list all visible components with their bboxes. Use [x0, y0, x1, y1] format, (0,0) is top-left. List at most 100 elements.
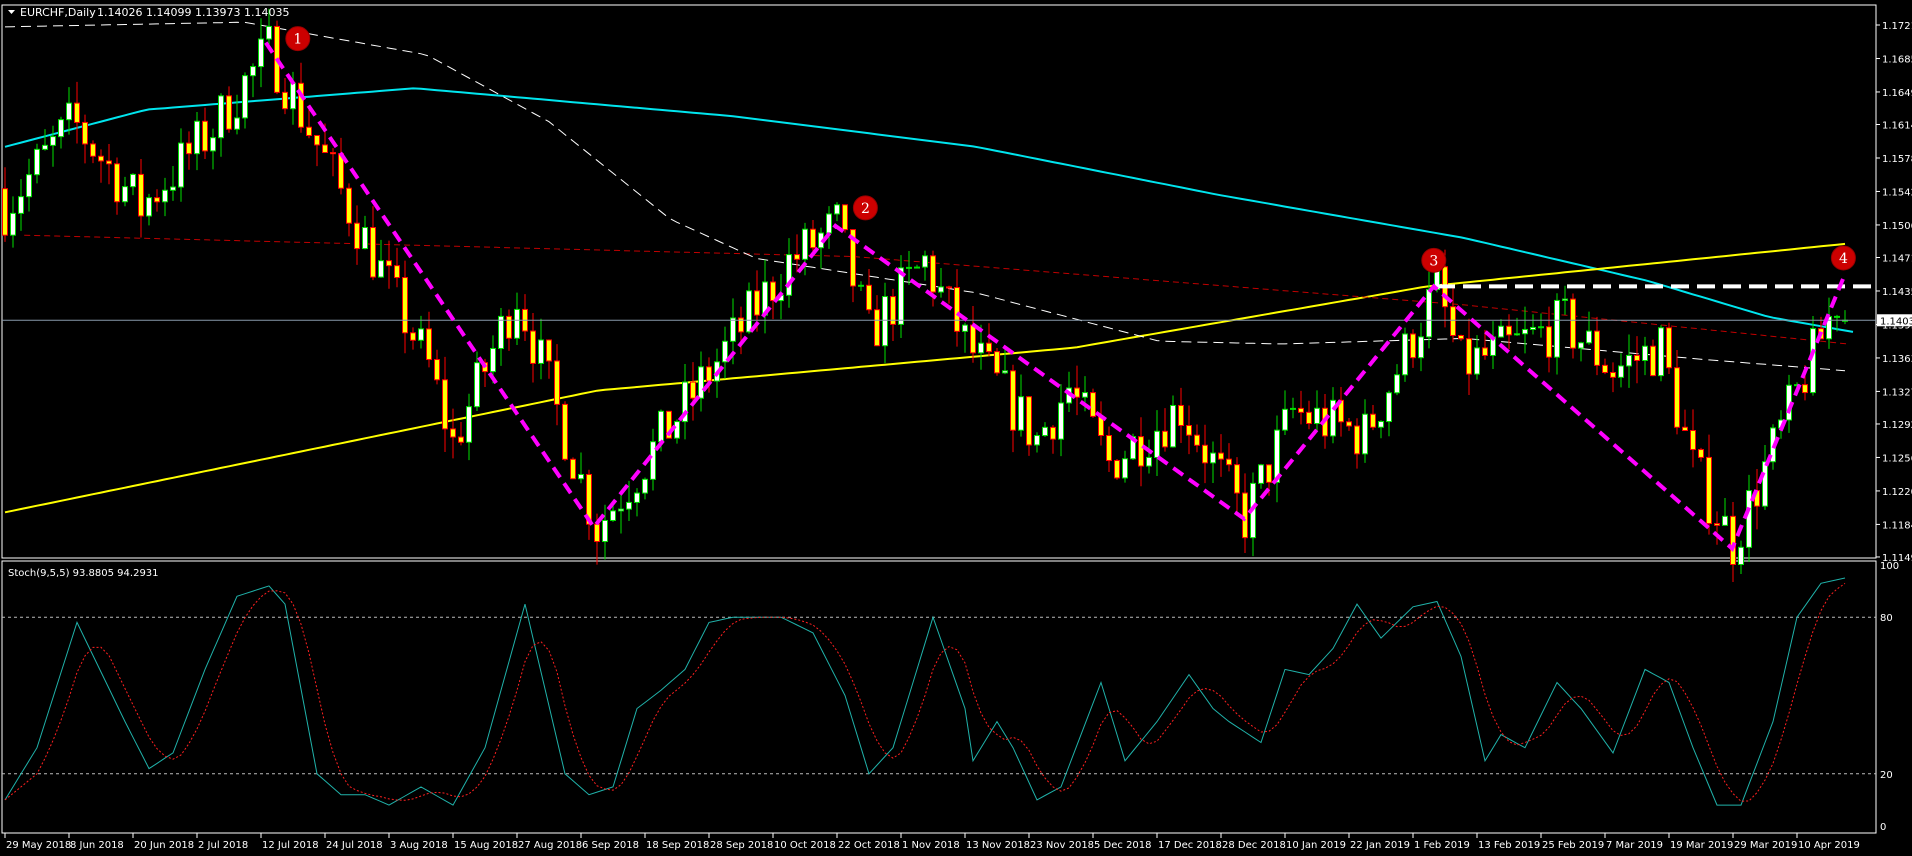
candle-body [842, 204, 848, 231]
candle-body [34, 148, 40, 176]
candle-body [754, 290, 760, 316]
candle-body [130, 173, 136, 188]
candle-body [402, 277, 408, 334]
price-tick-label: 1.15780 [1882, 154, 1912, 165]
candle-body [490, 347, 496, 373]
candle-body [1314, 407, 1320, 425]
candle-body [1242, 492, 1248, 539]
candle-body [1714, 523, 1720, 526]
candle-body [874, 309, 880, 347]
chart-window[interactable]: 1 2 3 4 1.17210 1.16850 1.16490 1.16140 1.15780… [0, 0, 1912, 856]
candle-body [1394, 374, 1400, 394]
candle-body [1802, 384, 1808, 394]
candle-body [930, 255, 936, 293]
candle-body [746, 290, 752, 333]
candle-body [1122, 458, 1128, 479]
candle-body [562, 403, 568, 460]
candle-body [1530, 326, 1536, 330]
candle [1666, 322, 1672, 375]
price-tick-label: 1.14710 [1882, 254, 1912, 265]
date-tick-label: 22 Jan 2019 [1350, 840, 1410, 851]
marker-label: 3 [1429, 253, 1438, 269]
point-marker-3: 3 [1421, 247, 1447, 273]
candle [1658, 325, 1664, 382]
candle-body [546, 339, 552, 362]
date-tick-label: 25 Feb 2019 [1542, 840, 1604, 851]
candle-body [234, 117, 240, 130]
candle-body [314, 134, 320, 146]
candle-body [882, 296, 888, 347]
stoch-level-label: 20 [1880, 770, 1893, 781]
candle-body [26, 174, 32, 198]
candle-body [1154, 430, 1160, 458]
candle-body [378, 260, 384, 278]
candle-body [210, 137, 216, 152]
date-tick-label: 1 Nov 2018 [902, 840, 960, 851]
candle-body [1738, 546, 1744, 566]
candle-body [1114, 460, 1120, 479]
price-tick-label: 1.12200 [1882, 487, 1912, 498]
candle-body [970, 324, 976, 354]
candle-body [194, 120, 200, 155]
price-tick-label: 1.16490 [1882, 88, 1912, 99]
price-tick-label: 1.16850 [1882, 54, 1912, 65]
stoch-label: Stoch(9,5,5) 93.8805 94.2931 [8, 568, 159, 579]
price-tick-label: 1.15060 [1882, 221, 1912, 232]
candle-body [66, 102, 72, 121]
candle-body [458, 436, 464, 443]
price-tick-label: 1.12920 [1882, 420, 1912, 431]
date-tick-label: 18 Sep 2018 [646, 840, 709, 851]
candle-body [474, 362, 480, 408]
chart-background [0, 0, 1912, 856]
candle [1402, 327, 1408, 382]
current-price-box: 1.14035 [1877, 314, 1912, 327]
candle-body [810, 228, 816, 249]
candle-body [906, 266, 912, 269]
candle-body [626, 501, 632, 510]
candle-body [410, 332, 416, 341]
candle-body [1010, 370, 1016, 431]
candle-body [1570, 298, 1576, 349]
date-tick-label: 5 Dec 2018 [1094, 840, 1152, 851]
price-tick-label: 1.14350 [1882, 287, 1912, 298]
date-tick-label: 10 Apr 2019 [1798, 840, 1860, 851]
candle-body [570, 458, 576, 480]
candle-body [514, 308, 520, 339]
candle [274, 20, 280, 95]
candle-body [330, 152, 336, 155]
candle-body [1674, 367, 1680, 428]
candle-body [1666, 327, 1672, 369]
date-tick-label: 23 Nov 2018 [1030, 840, 1094, 851]
candle-body [1202, 444, 1208, 464]
candle-body [634, 492, 640, 503]
date-tick-label: 8 Jun 2018 [70, 840, 124, 851]
candle-body [122, 186, 128, 203]
candle-body [770, 281, 776, 302]
date-tick-label: 27 Aug 2018 [518, 840, 582, 851]
candle-body [826, 213, 832, 234]
candle-body [1034, 435, 1040, 446]
candle-body [1594, 330, 1600, 366]
candle-body [1082, 392, 1088, 398]
candle-body [1474, 347, 1480, 375]
candle-body [138, 173, 144, 217]
date-tick-label: 17 Dec 2018 [1158, 840, 1222, 851]
candle-body [354, 222, 360, 250]
candle-body [786, 254, 792, 296]
date-tick-label: 3 Aug 2018 [390, 840, 448, 851]
price-tick-label: 1.17210 [1882, 21, 1912, 32]
date-tick-label: 28 Sep 2018 [710, 840, 773, 851]
candle-body [1658, 327, 1664, 377]
symbol-title: EURCHF,Daily [20, 6, 96, 19]
candle-body [946, 286, 952, 289]
candle-body [1090, 392, 1096, 417]
candle-body [802, 228, 808, 260]
candle-body [554, 360, 560, 405]
date-tick-label: 29 Mar 2019 [1734, 840, 1797, 851]
candle [1090, 388, 1096, 418]
candle-body [90, 143, 96, 157]
candle-body [530, 330, 536, 364]
candle-body [954, 287, 960, 332]
date-tick-label: 12 Jul 2018 [262, 840, 319, 851]
candle-body [426, 328, 432, 361]
